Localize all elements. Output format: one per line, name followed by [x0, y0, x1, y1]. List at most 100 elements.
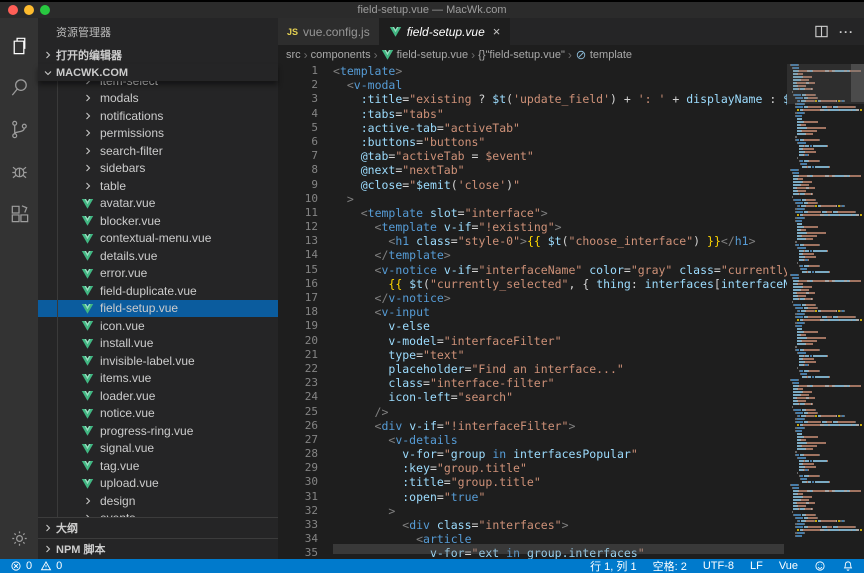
minimap[interactable] — [787, 64, 864, 559]
split-editor-icon[interactable] — [814, 24, 829, 39]
activity-debug-icon[interactable] — [0, 150, 38, 192]
status-item[interactable]: UTF-8 — [703, 560, 734, 572]
tree-item-contextual-menu-vue[interactable]: contextual-menu.vue — [38, 230, 278, 248]
maximize-window-button[interactable] — [40, 5, 50, 15]
activity-source-control-icon[interactable] — [0, 108, 38, 150]
tree-item-notice-vue[interactable]: notice.vue — [38, 405, 278, 423]
minimap-line — [790, 295, 864, 297]
indent-guide — [57, 195, 80, 213]
close-tab-icon[interactable]: × — [493, 24, 501, 39]
line-number: 5 — [278, 121, 333, 135]
minimap-line — [790, 142, 864, 144]
feedback-smiley-icon[interactable] — [814, 560, 826, 572]
tree-item-table[interactable]: table — [38, 177, 278, 195]
indent-guide — [57, 142, 80, 160]
vue-file-icon — [80, 266, 95, 281]
tree-item-permissions[interactable]: permissions — [38, 125, 278, 143]
minimap-line — [790, 307, 864, 309]
tree-item-progress-ring-vue[interactable]: progress-ring.vue — [38, 422, 278, 440]
status-item[interactable]: 行 1, 列 1 — [590, 558, 636, 573]
code-line-28: 28 v-for="group in interfacesPopular" — [278, 447, 864, 461]
tree-item-icon-vue[interactable]: icon.vue — [38, 317, 278, 335]
activity-explorer-icon[interactable] — [0, 24, 38, 66]
status-item[interactable]: 空格: 2 — [653, 558, 687, 573]
breadcrumb-item[interactable]: template — [575, 49, 632, 61]
tree-item-design[interactable]: design — [38, 492, 278, 510]
close-window-button[interactable] — [8, 5, 18, 15]
chevron-right-icon — [80, 161, 95, 176]
tree-item-install-vue[interactable]: install.vue — [38, 335, 278, 353]
code-line-30: 30 :title="group.title" — [278, 475, 864, 489]
minimize-window-button[interactable] — [24, 5, 34, 15]
tree-item-search-filter[interactable]: search-filter — [38, 142, 278, 160]
minimap-line — [790, 277, 864, 279]
code-line-9: 9 @close="$emit('close')" — [278, 178, 864, 192]
tree-item-loader-vue[interactable]: loader.vue — [38, 387, 278, 405]
line-number: 13 — [278, 234, 333, 248]
tree-item-label: signal.vue — [100, 441, 154, 455]
tree-item-invisible-label-vue[interactable]: invisible-label.vue — [38, 352, 278, 370]
minimap-line — [790, 346, 864, 348]
tree-item-notifications[interactable]: notifications — [38, 107, 278, 125]
tab-field-setup-vue[interactable]: field-setup.vue× — [380, 18, 511, 45]
tree-item-details-vue[interactable]: details.vue — [38, 247, 278, 265]
activity-settings-gear-icon[interactable] — [0, 517, 38, 559]
tree-item-label: tag.vue — [100, 459, 139, 473]
tree-item-signal-vue[interactable]: signal.vue — [38, 440, 278, 458]
code-line-2: 2 <v-modal — [278, 78, 864, 92]
minimap-line — [790, 145, 864, 147]
error-count: 0 — [26, 560, 32, 572]
code-line-27: 27 <v-details — [278, 433, 864, 447]
minimap-line — [790, 244, 864, 246]
minimap-line — [790, 523, 864, 525]
status-item[interactable]: Vue — [779, 560, 798, 572]
more-actions-icon[interactable]: ··· — [839, 25, 854, 39]
tree-item-events[interactable]: events — [38, 510, 278, 518]
breadcrumb-item[interactable]: src — [286, 49, 301, 61]
tree-item-sidebars[interactable]: sidebars — [38, 160, 278, 178]
breadcrumb-item[interactable]: field-setup.vue — [381, 48, 469, 61]
tree-item-item-select[interactable]: item-select — [38, 81, 278, 90]
outline-section[interactable]: 大纲 — [38, 517, 278, 538]
vue-file-icon — [80, 441, 95, 456]
activity-extensions-icon[interactable] — [0, 192, 38, 234]
notifications-bell-icon[interactable] — [842, 560, 854, 572]
indent-guide — [57, 81, 80, 90]
editor-group: JSvue.config.jsfield-setup.vue×··· src›c… — [278, 18, 864, 559]
workspace-label: MACWK.COM — [56, 67, 128, 79]
tree-item-field-duplicate-vue[interactable]: field-duplicate.vue — [38, 282, 278, 300]
tree-item-field-setup-vue[interactable]: field-setup.vue — [38, 300, 278, 318]
code-editor[interactable]: 1<template>2 <v-modal3 :title="existing … — [278, 64, 864, 559]
tree-item-modals[interactable]: modals — [38, 90, 278, 108]
breadcrumb-item[interactable]: {}"field-setup.vue" — [478, 49, 565, 61]
code-lines: 1<template>2 <v-modal3 :title="existing … — [278, 64, 864, 559]
tree-item-label: icon.vue — [100, 319, 145, 333]
tree-item-avatar-vue[interactable]: avatar.vue — [38, 195, 278, 213]
tree-item-blocker-vue[interactable]: blocker.vue — [38, 212, 278, 230]
workspace-section[interactable]: MACWK.COM — [38, 64, 278, 81]
npm-scripts-section[interactable]: NPM 脚本 — [38, 538, 278, 559]
open-editors-section[interactable]: 打开的编辑器 — [38, 46, 278, 64]
problems-indicator[interactable]: 0 0 — [10, 560, 62, 572]
tree-item-upload-vue[interactable]: upload.vue — [38, 475, 278, 493]
vertical-scrollbar[interactable] — [851, 64, 864, 102]
chevron-right-icon — [40, 520, 56, 536]
tree-item-tag-vue[interactable]: tag.vue — [38, 457, 278, 475]
minimap-line — [790, 217, 864, 219]
tree-item-label: sidebars — [100, 161, 145, 175]
minimap-line — [790, 109, 864, 111]
status-item[interactable]: LF — [750, 560, 763, 572]
line-number: 12 — [278, 220, 333, 234]
activity-search-icon[interactable] — [0, 66, 38, 108]
line-number: 23 — [278, 376, 333, 390]
minimap-line — [790, 328, 864, 330]
chevron-right-icon — [80, 91, 95, 106]
tree-item-items-vue[interactable]: items.vue — [38, 370, 278, 388]
vue-file-icon — [80, 196, 95, 211]
horizontal-scrollbar[interactable] — [333, 544, 784, 554]
breadcrumb-item[interactable]: components — [311, 49, 371, 61]
tree-item-error-vue[interactable]: error.vue — [38, 265, 278, 283]
tab-vue-config-js[interactable]: JSvue.config.js — [278, 18, 380, 45]
code-line-7: 7 @tab="activeTab = $event" — [278, 149, 864, 163]
minimap-line — [790, 388, 864, 390]
